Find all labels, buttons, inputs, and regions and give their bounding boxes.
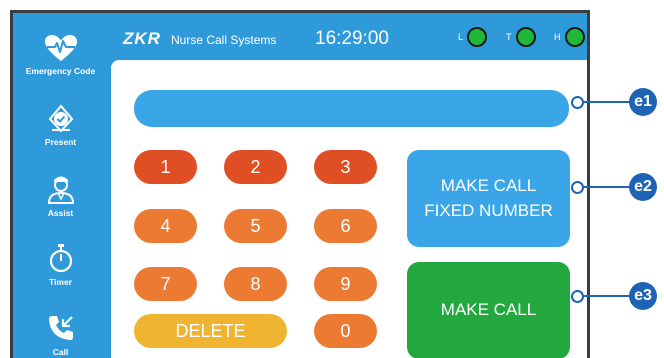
make-call-button[interactable]: MAKE CALL [407, 262, 570, 358]
header-bar: ZKR Nurse Call Systems 16:29:00 L T H [108, 13, 587, 60]
indicator-t: T [506, 27, 536, 47]
sidebar-item-call[interactable]: Call [13, 303, 108, 358]
brand-logo: ZKR [123, 29, 161, 48]
phone-call-icon [48, 316, 73, 340]
status-led-icon [467, 27, 488, 47]
indicator-h: H [554, 27, 585, 47]
callout-e3: e3 [629, 282, 657, 310]
sidebar-item-assist[interactable]: Assist [13, 163, 108, 227]
key-0[interactable]: 0 [314, 314, 377, 348]
key-3[interactable]: 3 [314, 150, 377, 184]
fixed-call-label-line2: FIXED NUMBER [424, 200, 553, 220]
main-panel: 1 2 3 4 5 6 7 8 9 DELETE 0 MAKE CALL FIX… [111, 60, 587, 358]
stopwatch-icon [49, 244, 72, 273]
nurse-icon [47, 176, 74, 204]
callout-e2: e2 [629, 173, 657, 201]
callout-dot-e1 [571, 96, 584, 109]
key-6[interactable]: 6 [314, 209, 377, 243]
status-led-icon [564, 27, 585, 47]
key-4[interactable]: 4 [134, 209, 197, 243]
callout-line-e3 [577, 295, 631, 297]
callout-line-e2 [577, 186, 631, 188]
app-subtitle: Nurse Call Systems [171, 33, 277, 47]
sidebar-item-present[interactable]: Present [13, 93, 108, 157]
indicator-label: H [554, 32, 561, 42]
callout-dot-e3 [571, 290, 584, 303]
callout-line-e1 [577, 101, 631, 103]
key-8[interactable]: 8 [224, 267, 287, 301]
sidebar-label-timer: Timer [49, 277, 72, 287]
make-call-fixed-number-button[interactable]: MAKE CALL FIXED NUMBER [407, 150, 570, 247]
indicator-l: L [458, 27, 488, 47]
key-5[interactable]: 5 [224, 209, 287, 243]
key-9[interactable]: 9 [314, 267, 377, 301]
status-led-icon [515, 27, 536, 47]
fixed-call-label-line1: MAKE CALL [440, 175, 537, 195]
clock: 16:29:00 [315, 28, 389, 49]
badge-check-icon [48, 104, 73, 133]
sidebar-label-present: Present [44, 137, 77, 147]
callout-dot-e2 [571, 181, 584, 194]
heart-pulse-icon [44, 35, 77, 61]
indicator-label: L [458, 32, 464, 42]
sidebar-item-timer[interactable]: Timer [13, 233, 108, 297]
number-display[interactable] [134, 90, 569, 127]
key-1[interactable]: 1 [134, 150, 197, 184]
sidebar-item-emergency-code[interactable]: Emergency Code [13, 23, 108, 87]
sidebar-label-call: Call [52, 347, 69, 357]
sidebar-label-emergency-code: Emergency Code [25, 66, 96, 76]
sidebar-label-assist: Assist [47, 208, 74, 218]
key-7[interactable]: 7 [134, 267, 197, 301]
sidebar: Emergency Code Present Assist Timer Call [13, 13, 108, 358]
delete-button[interactable]: DELETE [134, 314, 287, 348]
indicator-label: T [506, 32, 512, 42]
callout-e1: e1 [629, 88, 657, 116]
nurse-call-screen: Emergency Code Present Assist Timer Call… [13, 13, 587, 358]
key-2[interactable]: 2 [224, 150, 287, 184]
